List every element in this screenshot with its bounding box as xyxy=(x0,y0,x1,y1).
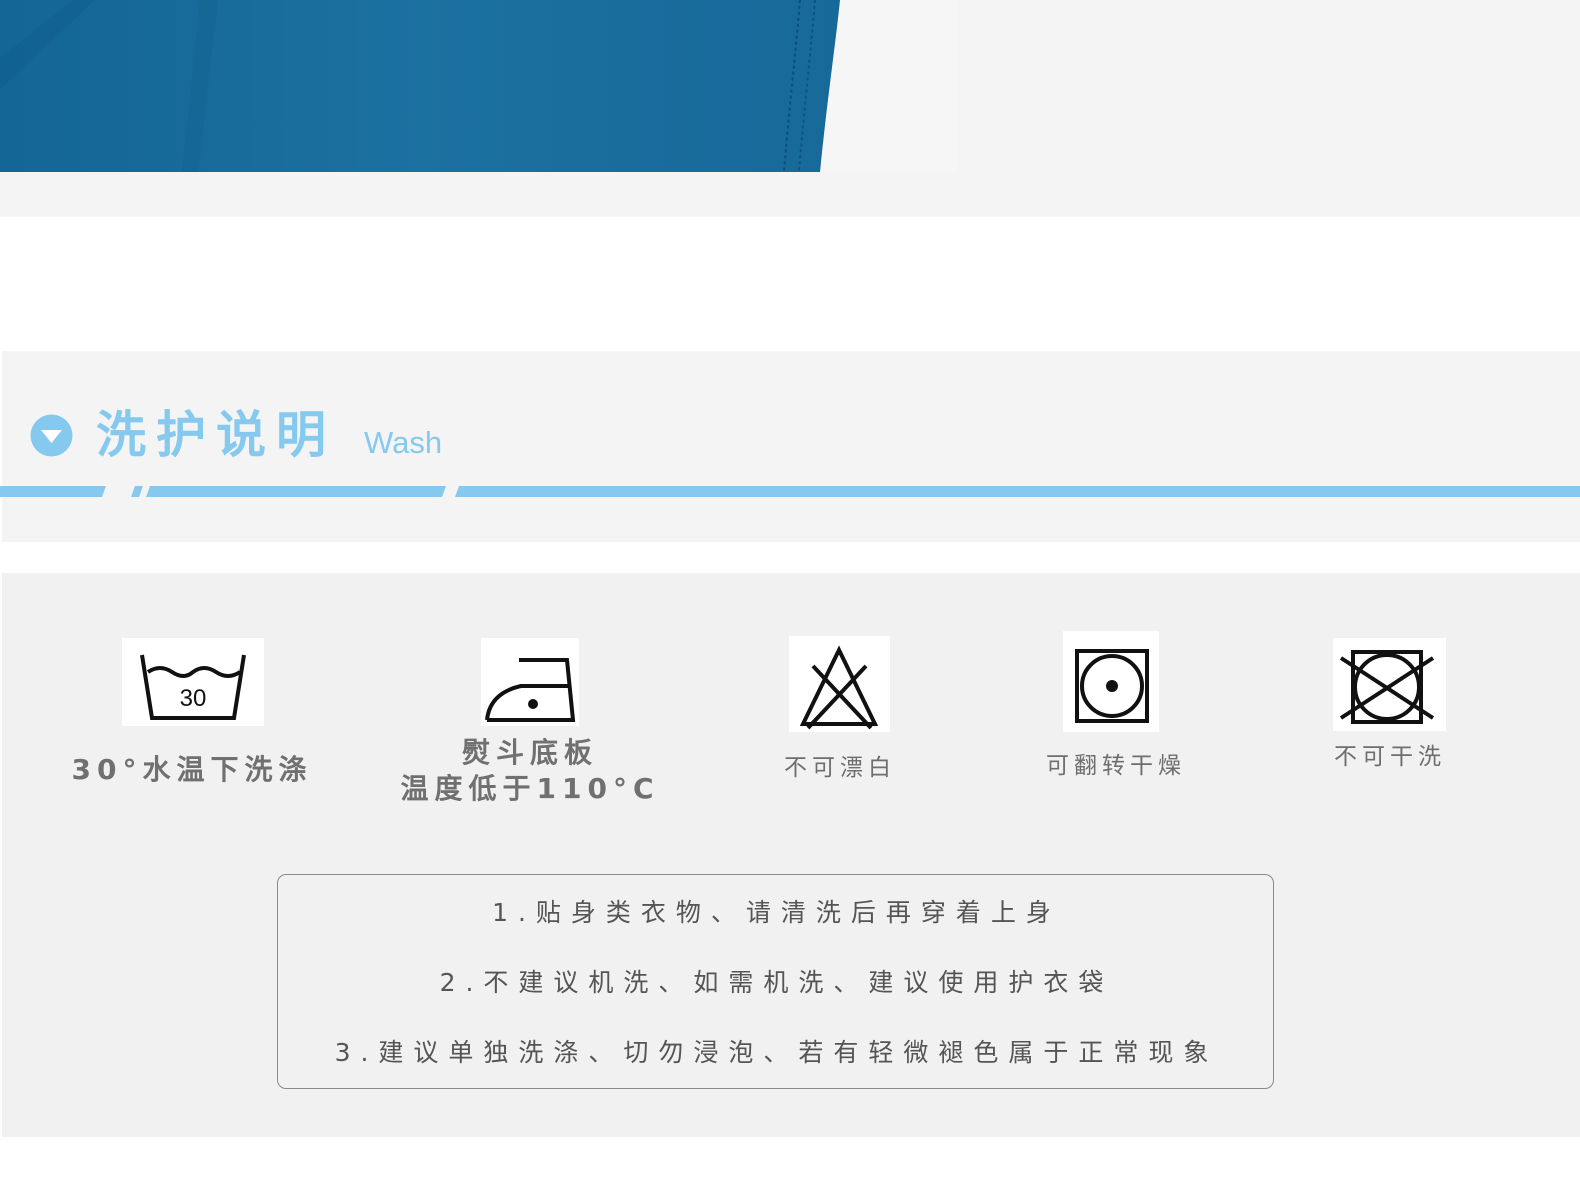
tumble-dry-icon xyxy=(1075,649,1149,723)
care-label-wash: 30°水温下洗涤 xyxy=(71,753,313,786)
care-symbol-dryclean xyxy=(1333,638,1446,731)
care-symbol-iron xyxy=(481,638,579,726)
care-label-dryclean: 不可干洗 xyxy=(1334,744,1446,770)
no-bleach-icon xyxy=(799,645,879,730)
wash-30-icon: 30 xyxy=(140,654,246,720)
care-symbol-dry xyxy=(1063,631,1159,732)
wash-section-header: 洗护说明 Wash xyxy=(0,351,1580,542)
care-symbol-wash: 30 xyxy=(122,638,264,726)
section-subtitle: Wash xyxy=(364,425,443,460)
iron-low-temp-icon xyxy=(485,658,576,722)
product-photo-band xyxy=(0,0,1580,217)
svg-text:30: 30 xyxy=(180,685,207,712)
care-notes-box: 1.贴身类衣物、请清洗后再穿着上身 2.不建议机洗、如需机洗、建议使用护衣袋 3… xyxy=(277,874,1274,1089)
header-divider xyxy=(0,486,1580,497)
care-label-dry: 可翻转干燥 xyxy=(1046,753,1186,779)
section-title: 洗护说明 xyxy=(96,406,336,464)
chevron-down-circle-icon xyxy=(30,414,73,457)
no-dry-clean-icon xyxy=(1339,650,1435,724)
care-note-1: 1.贴身类衣物、请清洗后再穿着上身 xyxy=(492,898,1061,927)
care-symbol-bleach xyxy=(789,636,890,732)
care-note-3: 3.建议单独洗涤、切勿浸泡、若有轻微褪色属于正常现象 xyxy=(334,1038,1219,1067)
care-note-2: 2.不建议机洗、如需机洗、建议使用护衣袋 xyxy=(439,968,1114,997)
care-label-iron: 熨斗底板 温度低于110°C xyxy=(400,736,660,805)
care-label-bleach: 不可漂白 xyxy=(784,755,896,781)
fabric-closeup-image xyxy=(0,0,957,172)
